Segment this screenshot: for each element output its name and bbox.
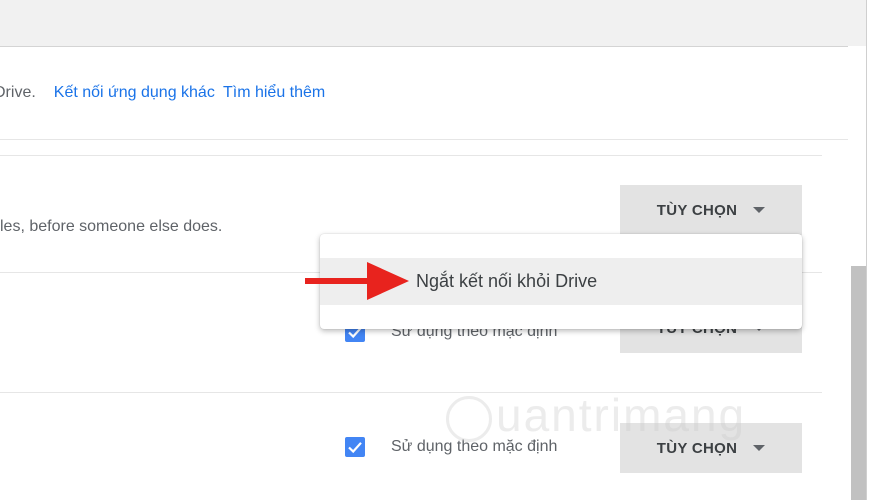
- divider: [0, 155, 822, 156]
- default-checkbox[interactable]: [345, 437, 365, 457]
- caret-down-icon: [753, 207, 766, 213]
- window-edge: [866, 0, 884, 500]
- watermark-text: uantrimang: [496, 389, 747, 441]
- menu-item-label: Ngắt kết nối khỏi Drive: [416, 271, 598, 291]
- row-description: les, before someone else does.: [0, 218, 223, 235]
- top-bar: [0, 0, 866, 47]
- options-button[interactable]: TÙY CHỌN: [620, 185, 802, 235]
- watermark: uantrimang: [446, 388, 746, 442]
- watermark-logo-icon: [446, 395, 492, 442]
- options-button-label: TÙY CHỌN: [656, 439, 738, 457]
- connect-apps-link[interactable]: Kết nối ứng dụng khác: [54, 84, 215, 101]
- scrollbar-thumb[interactable]: [851, 266, 866, 500]
- options-button-label: TÙY CHỌN: [656, 201, 738, 219]
- caret-down-icon: [753, 445, 766, 451]
- intro-line: Drive. Kết nối ứng dụng khác Tìm hiểu thê…: [0, 84, 329, 102]
- divider: [0, 139, 848, 140]
- learn-more-link[interactable]: Tìm hiểu thêm: [223, 84, 325, 101]
- intro-text: Drive.: [0, 84, 36, 101]
- red-arrow-icon: [305, 262, 409, 300]
- check-icon: [348, 442, 362, 454]
